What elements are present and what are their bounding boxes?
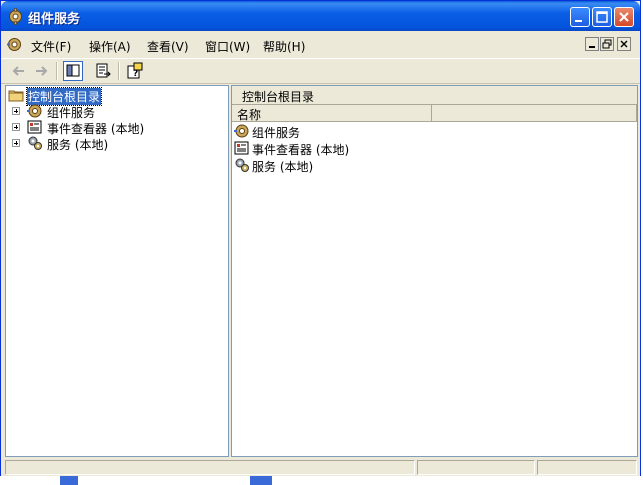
event-viewer-icon [27,119,43,135]
status-cell-main [5,460,415,475]
menu-window[interactable]: 窗口(W) [205,38,250,55]
help-icon[interactable]: ? [125,61,145,81]
status-bar [1,458,640,476]
component-services-icon[interactable] [6,36,23,53]
tree-item-console-root[interactable]: 控制台根目录 [6,87,228,106]
details-pane[interactable]: 控制台根目录 名称 组件服务 事件查看器 (本地) 服务 (本地) [231,85,638,457]
event-viewer-icon [234,140,250,156]
close-button[interactable] [614,7,634,27]
component-services-icon [234,123,250,139]
child-restore-button[interactable] [600,37,614,51]
background-strip [0,476,643,485]
tree-item-label: 服务 (本地) [47,138,109,152]
back-arrow-icon[interactable] [9,61,29,81]
toolbar: ? [1,59,640,84]
export-list-icon[interactable] [94,61,114,81]
show-hide-tree-icon[interactable] [63,61,83,81]
status-cell-2 [417,460,535,475]
menu-file[interactable]: 文件(F) [31,38,71,55]
child-minimize-button[interactable] [585,37,599,51]
forward-arrow-icon[interactable] [31,61,51,81]
list-item-label: 事件查看器 (本地) [252,143,350,157]
services-gear-icon [234,157,250,173]
menu-help[interactable]: 帮助(H) [263,38,305,55]
console-tree-pane[interactable]: 控制台根目录 组件服务 事件查看器 (本地) 服务 (本地) [5,85,229,457]
column-header-name[interactable]: 名称 [232,105,432,122]
menu-view[interactable]: 查看(V) [147,38,189,55]
folder-icon [8,87,24,103]
status-cell-3 [537,460,637,475]
tree-item-services[interactable]: 服务 (本地) [6,135,228,152]
tree-item-event-viewer[interactable]: 事件查看器 (本地) [6,119,228,136]
component-services-icon [27,103,43,119]
list-item-services[interactable]: 服务 (本地) [234,157,534,174]
main-window: 组件服务 文件(F) 操作(A) 查看(V) 窗口(W) 帮助(H) ? 控制台… [0,0,641,476]
expand-plus-icon[interactable] [12,139,20,147]
child-close-button[interactable] [617,37,631,51]
services-gear-icon [27,135,43,151]
column-header-empty[interactable] [432,105,637,122]
tree-item-component-services[interactable]: 组件服务 [6,103,228,120]
details-header-title: 控制台根目录 [242,90,315,104]
menu-bar: 文件(F) 操作(A) 查看(V) 窗口(W) 帮助(H) [1,31,640,59]
list-item-label: 服务 (本地) [252,160,314,174]
background-item [250,476,272,485]
window-title: 组件服务 [28,12,81,27]
menu-action[interactable]: 操作(A) [89,38,131,55]
component-services-icon [7,8,24,25]
list-item-event-viewer[interactable]: 事件查看器 (本地) [234,140,534,157]
expand-plus-icon[interactable] [12,123,20,131]
minimize-button[interactable] [570,7,590,27]
list-item-label: 组件服务 [252,126,301,140]
background-item [60,476,78,485]
list-item-component-services[interactable]: 组件服务 [234,123,534,140]
details-header: 控制台根目录 [232,86,637,105]
expand-plus-icon[interactable] [12,107,20,115]
title-bar[interactable]: 组件服务 [1,1,640,31]
maximize-button[interactable] [592,7,612,27]
